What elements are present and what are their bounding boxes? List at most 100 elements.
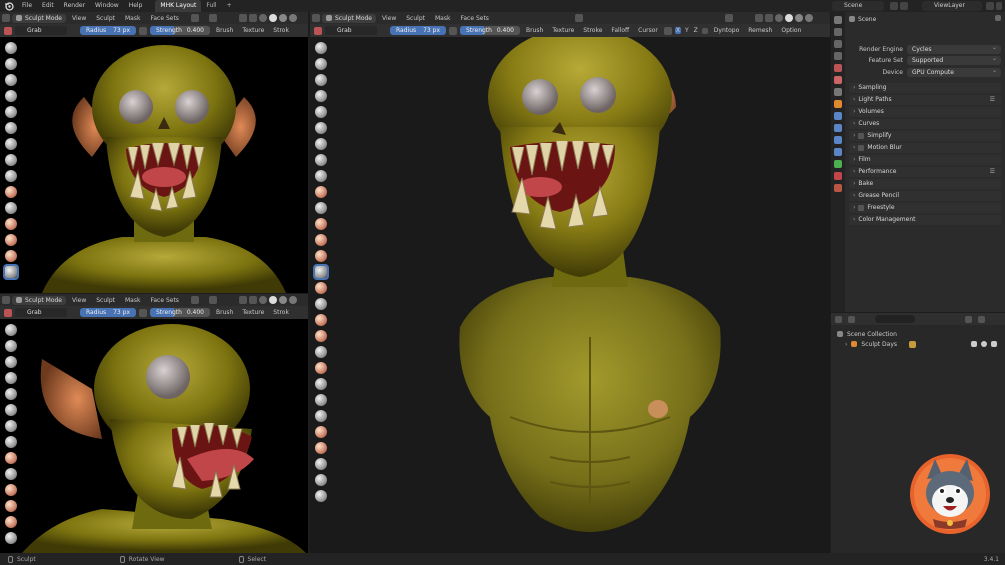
checkbox-icon[interactable]: [971, 341, 977, 347]
strength-slider[interactable]: Strength 0.400: [460, 26, 520, 35]
brush-menu[interactable]: Brush: [213, 27, 236, 34]
clay-brush-icon[interactable]: [5, 356, 17, 368]
texture-menu[interactable]: Texture: [239, 27, 267, 34]
viewport-bottom-left[interactable]: Sculpt Mode View Sculpt Mask Face Sets G…: [0, 294, 308, 553]
symmetry-y-toggle[interactable]: Y: [684, 27, 690, 34]
collection-tab-icon[interactable]: [834, 88, 842, 96]
view-layer-selector[interactable]: ViewLayer: [922, 1, 982, 11]
object-tab-icon[interactable]: [834, 100, 842, 108]
transform-icon[interactable]: [315, 490, 327, 502]
blob-brush-icon[interactable]: [5, 436, 17, 448]
tool-tab-icon[interactable]: [834, 16, 842, 24]
physics-tab-icon[interactable]: [834, 136, 842, 144]
brush-menu[interactable]: Brush: [523, 27, 546, 34]
inflate-brush-icon[interactable]: [315, 138, 327, 150]
pressure-icon[interactable]: [449, 26, 457, 35]
smooth-brush-icon[interactable]: [5, 468, 17, 480]
render-engine-dropdown[interactable]: Cycles: [907, 43, 1001, 54]
mode-selector[interactable]: Sculpt Mode: [12, 13, 66, 23]
shading-solid-icon[interactable]: [268, 296, 277, 304]
grab-brush-tool-icon[interactable]: [3, 264, 19, 280]
shading-rendered-icon[interactable]: [288, 14, 297, 22]
snap-icon[interactable]: [208, 14, 217, 22]
shading-wire-icon[interactable]: [774, 14, 783, 22]
menu-file[interactable]: File: [17, 0, 37, 12]
menu-sculpt[interactable]: Sculpt: [92, 15, 119, 22]
transform-pivot-icon[interactable]: [190, 296, 199, 304]
list-icon[interactable]: ☰: [990, 95, 995, 105]
outliner-search-input[interactable]: [875, 315, 915, 323]
overlay-icon[interactable]: [754, 14, 763, 22]
scene-tab-icon[interactable]: [834, 64, 842, 72]
nudge-brush-icon[interactable]: [315, 346, 327, 358]
panel-sampling[interactable]: › Sampling: [849, 83, 1001, 93]
texture-menu[interactable]: Texture: [549, 27, 577, 34]
panel-volumes[interactable]: › Volumes: [849, 107, 1001, 117]
panel-bake[interactable]: › Bake: [849, 179, 1001, 189]
crease-brush-icon[interactable]: [5, 452, 17, 464]
slide-relax-brush-icon[interactable]: [315, 378, 327, 390]
motion-blur-checkbox[interactable]: [858, 145, 865, 151]
layer-brush-icon[interactable]: [5, 404, 17, 416]
expand-arrow-icon[interactable]: ›: [845, 341, 847, 348]
overlay-icon[interactable]: [238, 14, 247, 22]
shading-rendered-icon[interactable]: [804, 14, 813, 22]
blender-logo-icon[interactable]: [4, 1, 14, 11]
menu-face-sets[interactable]: Face Sets: [456, 15, 492, 22]
material-tab-icon[interactable]: [834, 172, 842, 180]
clay-thumb-brush-icon[interactable]: [5, 388, 17, 400]
mode-selector[interactable]: Sculpt Mode: [322, 13, 376, 23]
panel-curves[interactable]: › Curves: [849, 119, 1001, 129]
editor-type-icon[interactable]: [312, 14, 320, 22]
viewport-top-left[interactable]: Sculpt Mode View Sculpt Mask Face Sets G…: [0, 12, 308, 293]
fill-brush-icon[interactable]: [5, 500, 17, 512]
overlay-icon[interactable]: [238, 296, 247, 304]
panel-grease-pencil[interactable]: › Grease Pencil: [849, 191, 1001, 201]
outliner-row-sculpt-days[interactable]: › Sculpt Days: [831, 339, 1005, 349]
shading-material-icon[interactable]: [278, 296, 287, 304]
clay-strips-brush-icon[interactable]: [5, 90, 17, 102]
panel-freestyle[interactable]: › Freestyle: [849, 203, 1001, 213]
multiplane-scrape-brush-icon[interactable]: [5, 250, 17, 262]
layer-brush-icon[interactable]: [315, 122, 327, 134]
shading-material-icon[interactable]: [794, 14, 803, 22]
brush-selector[interactable]: Grab: [15, 26, 67, 35]
simplify-brush-icon[interactable]: [315, 426, 327, 438]
render-tab-icon[interactable]: [834, 28, 842, 36]
draw-face-sets-brush-icon[interactable]: [315, 458, 327, 470]
strength-slider[interactable]: Strength 0.400: [150, 308, 210, 317]
panel-color-management[interactable]: › Color Management: [849, 215, 1001, 225]
smooth-brush-icon[interactable]: [315, 186, 327, 198]
multiplane-scrape-brush-icon[interactable]: [5, 532, 17, 544]
crease-brush-icon[interactable]: [315, 170, 327, 182]
menu-mask[interactable]: Mask: [121, 15, 144, 22]
viewport-main[interactable]: Sculpt Mode View Sculpt Mask Face Sets G…: [310, 12, 830, 553]
constraints-tab-icon[interactable]: [834, 148, 842, 156]
object-data-icon[interactable]: [909, 340, 917, 348]
brush-menu[interactable]: Brush: [213, 309, 236, 316]
boundary-brush-icon[interactable]: [315, 394, 327, 406]
view-layer-copy-icon[interactable]: [986, 2, 994, 10]
brush-selector[interactable]: Grab: [15, 308, 67, 317]
symmetry-icon[interactable]: [663, 26, 672, 35]
list-icon[interactable]: ☰: [990, 167, 995, 177]
draw-sharp-brush-icon[interactable]: [315, 58, 327, 70]
layer-brush-icon[interactable]: [5, 122, 17, 134]
options-menu[interactable]: Option: [778, 27, 804, 34]
multiplane-scrape-brush-icon[interactable]: [315, 250, 327, 262]
outliner-row-scene-collection[interactable]: Scene Collection: [831, 329, 1005, 339]
add-workspace-button[interactable]: +: [222, 0, 237, 12]
world-tab-icon[interactable]: [834, 76, 842, 84]
menu-edit[interactable]: Edit: [37, 0, 59, 12]
fill-brush-icon[interactable]: [5, 218, 17, 230]
menu-sculpt[interactable]: Sculpt: [402, 15, 429, 22]
clay-strips-brush-icon[interactable]: [315, 90, 327, 102]
particles-tab-icon[interactable]: [834, 124, 842, 132]
menu-view[interactable]: View: [68, 15, 90, 22]
flatten-brush-icon[interactable]: [5, 202, 17, 214]
stroke-menu[interactable]: Strok: [270, 309, 292, 316]
draw-sharp-brush-icon[interactable]: [5, 58, 17, 70]
shading-solid-icon[interactable]: [784, 14, 793, 22]
dyntopo-menu[interactable]: Dyntopo: [711, 27, 742, 34]
shading-rendered-icon[interactable]: [288, 296, 297, 304]
